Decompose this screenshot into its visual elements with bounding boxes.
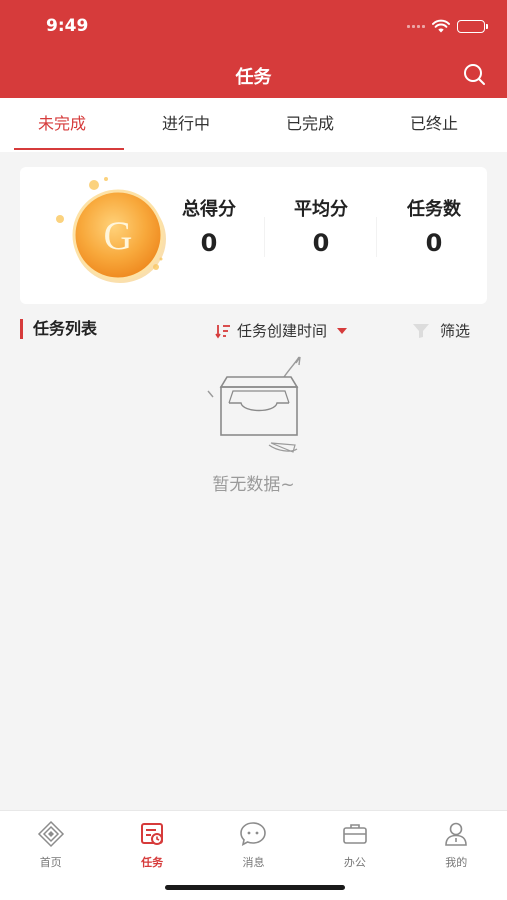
user-icon bbox=[445, 822, 468, 846]
tabbar-item-profile[interactable]: 我的 bbox=[406, 811, 507, 900]
task-list-title: 任务列表 bbox=[20, 319, 97, 339]
task-list-header: 任务列表 任务创建时间 筛选 bbox=[20, 317, 487, 345]
divider bbox=[376, 217, 377, 257]
battery-icon bbox=[457, 19, 488, 33]
task-icon bbox=[141, 823, 164, 845]
sort-icon bbox=[215, 325, 230, 339]
divider bbox=[264, 217, 265, 257]
tab-incomplete[interactable]: 未完成 bbox=[0, 98, 124, 152]
message-icon bbox=[240, 822, 267, 847]
status-time: 9:49 bbox=[46, 16, 89, 36]
empty-text: 暂无数据~ bbox=[212, 475, 295, 495]
average-score-label: 平均分 bbox=[294, 199, 348, 220]
app-header: 9:49 任务 bbox=[0, 0, 507, 98]
sort-by-created-time[interactable]: 任务创建时间 bbox=[215, 317, 348, 345]
total-score-stat: 总得分 0 bbox=[164, 195, 254, 257]
tab-in-progress[interactable]: 进行中 bbox=[124, 98, 248, 152]
status-icons bbox=[407, 18, 488, 34]
home-icon bbox=[37, 820, 64, 848]
tabbar-label-task: 任务 bbox=[141, 856, 164, 869]
filter-button[interactable]: 筛选 bbox=[412, 317, 470, 345]
tabbar-label-office: 办公 bbox=[343, 856, 366, 869]
coin-letter: G bbox=[104, 213, 133, 258]
empty-state: 暂无数据~ bbox=[0, 355, 507, 495]
search-icon[interactable] bbox=[461, 61, 487, 87]
task-count-value: 0 bbox=[425, 229, 443, 257]
sort-label: 任务创建时间 bbox=[237, 322, 328, 340]
home-indicator[interactable] bbox=[165, 885, 345, 890]
coin-icon: G bbox=[56, 177, 166, 283]
wifi-icon bbox=[432, 19, 450, 33]
task-count-stat: 任务数 0 bbox=[389, 195, 479, 257]
tabbar-label-home: 首页 bbox=[39, 856, 62, 869]
empty-box-icon bbox=[206, 356, 301, 453]
briefcase-icon bbox=[343, 824, 367, 844]
tabbar-label-message: 消息 bbox=[242, 856, 265, 869]
filter-label: 筛选 bbox=[439, 322, 470, 340]
tab-terminated[interactable]: 已终止 bbox=[372, 98, 496, 152]
page-title: 任务 bbox=[235, 67, 272, 88]
average-score-stat: 平均分 0 bbox=[276, 195, 366, 257]
total-score-label: 总得分 bbox=[182, 199, 236, 220]
tabbar-item-home[interactable]: 首页 bbox=[0, 811, 101, 900]
status-tabs: 未完成 进行中 已完成 已终止 bbox=[0, 98, 507, 152]
task-count-label: 任务数 bbox=[407, 199, 461, 220]
cellular-signal-icon bbox=[407, 24, 425, 28]
total-score-value: 0 bbox=[200, 229, 218, 257]
average-score-value: 0 bbox=[312, 229, 330, 257]
score-card: G 总得分 0 平均分 0 任务数 0 bbox=[20, 167, 487, 304]
tab-completed[interactable]: 已完成 bbox=[248, 98, 372, 152]
filter-icon bbox=[412, 324, 429, 338]
tabbar-label-profile: 我的 bbox=[445, 856, 468, 869]
chevron-down-icon bbox=[337, 328, 348, 334]
